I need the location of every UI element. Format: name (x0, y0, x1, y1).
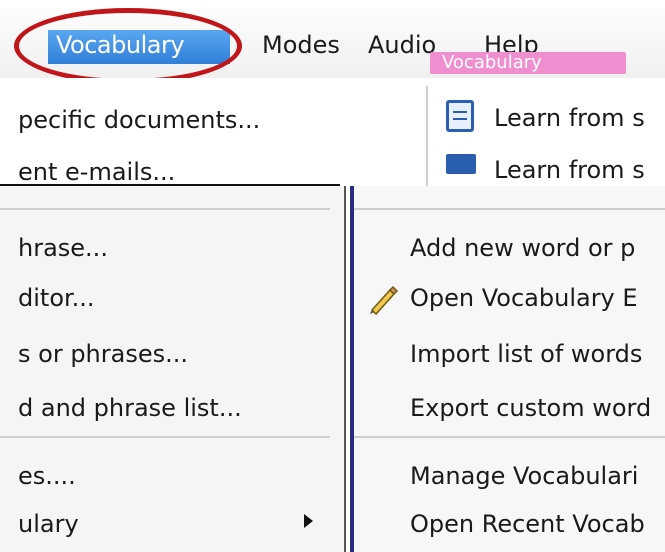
menu-modes[interactable]: Modes (262, 30, 340, 60)
divider (426, 86, 428, 186)
menu-item-add-new-word[interactable]: Add new word or p (410, 232, 635, 264)
menu-item-words-phrases[interactable]: s or phrases... (18, 338, 188, 370)
menu-item-learn-documents[interactable]: Learn from s (494, 104, 645, 132)
menu-bar: Vocabulary Modes Audio Help Vocabulary (0, 0, 665, 78)
menu-item-open-vocabulary-editor[interactable]: Open Vocabulary E (410, 282, 638, 314)
menu-item-open-recent-vocabulary[interactable]: Open Recent Vocab (410, 508, 645, 540)
menu-item-specific-documents[interactable]: pecific documents... (18, 104, 260, 136)
menu-vocabulary[interactable]: Vocabulary (48, 30, 230, 64)
menu-item-learn-emails[interactable]: Learn from s (494, 156, 645, 184)
menu-item-vocabularies[interactable]: es.... (18, 460, 76, 492)
separator (354, 208, 665, 210)
menu-item-word-phrase-list[interactable]: d and phrase list... (18, 392, 242, 424)
separator (0, 184, 340, 186)
pencil-icon (370, 285, 399, 316)
menu-audio[interactable]: Audio (368, 30, 436, 60)
separator (0, 208, 330, 210)
menu-item-manage-vocabularies[interactable]: Manage Vocabulari (410, 460, 638, 492)
menu-item-recent-vocabulary[interactable]: ulary (18, 508, 79, 540)
menu-item-export-custom[interactable]: Export custom word (410, 392, 651, 424)
menu-item-phrase[interactable]: hrase... (18, 232, 108, 264)
vocabulary-badge: Vocabulary (430, 52, 626, 74)
separator (0, 436, 330, 438)
separator (354, 436, 665, 438)
menu-item-editor[interactable]: ditor... (18, 282, 95, 314)
email-icon (446, 154, 476, 174)
menu-item-import-list[interactable]: Import list of words (410, 338, 642, 370)
document-icon (446, 100, 474, 132)
submenu-arrow-icon (304, 514, 313, 528)
